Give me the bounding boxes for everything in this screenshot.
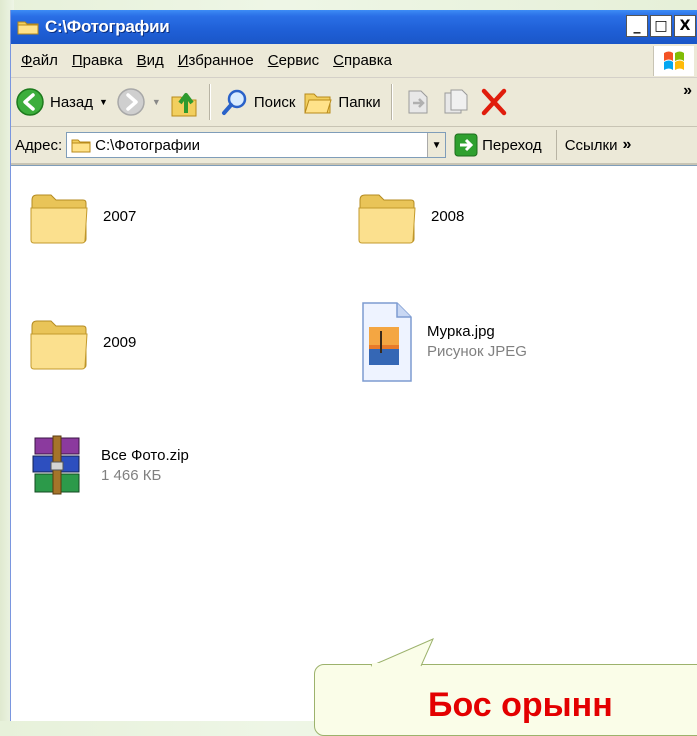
links-chevron-icon: »	[622, 136, 632, 153]
menu-help[interactable]: Справка	[333, 52, 392, 69]
menu-file[interactable]: Файл	[21, 52, 58, 69]
menu-favorites[interactable]: Избранное	[178, 52, 254, 69]
toolbar-more-chevron-icon[interactable]: »	[683, 82, 692, 100]
address-input[interactable]: C:\Фотографии ▼	[66, 132, 447, 158]
forward-arrow-icon	[117, 88, 145, 116]
forward-dropdown-icon[interactable]: ▼	[152, 97, 161, 107]
folder-icon	[30, 320, 88, 370]
menu-view[interactable]: Вид	[137, 52, 164, 69]
address-label: Адрес:	[15, 136, 63, 154]
folders-icon	[304, 93, 333, 114]
item-name: 2009	[103, 334, 137, 351]
folders-label: Папки	[338, 93, 381, 111]
address-value: C:\Фотографии	[95, 136, 200, 154]
folder-item-2008[interactable]: 2008	[357, 188, 464, 246]
folder-icon	[71, 139, 91, 153]
folder-icon	[358, 194, 416, 244]
address-bar: Адрес: C:\Фотографии ▼ Переход Ссылки »	[11, 127, 697, 165]
links-label: Ссылки	[564, 136, 618, 154]
toolbar-separator	[208, 84, 211, 120]
delete-button[interactable]	[475, 82, 513, 122]
copy-to-icon	[444, 89, 468, 114]
callout-text: Бос орынн	[428, 686, 613, 724]
folder-icon	[30, 194, 88, 244]
up-button[interactable]	[165, 82, 203, 122]
search-icon	[221, 89, 247, 115]
go-label: Переход	[482, 136, 542, 154]
file-item-zip[interactable]: Все Фото.zip 1 466 КБ	[29, 434, 189, 498]
folder-item-2009[interactable]: 2009	[29, 314, 136, 372]
minimize-button[interactable]: _	[626, 15, 648, 37]
window-title: C:\Фотографии	[45, 17, 170, 36]
move-to-icon	[408, 90, 428, 114]
delete-x-icon	[481, 88, 506, 116]
back-button[interactable]: Назад ▼	[11, 82, 112, 122]
close-button[interactable]: X	[674, 15, 696, 37]
item-name: Мурка.jpg	[427, 323, 495, 340]
address-dropdown-icon[interactable]: ▼	[427, 133, 446, 157]
menu-bar: Файл Правка Вид Избранное Сервис Справка	[11, 44, 697, 78]
back-label: Назад	[50, 93, 93, 111]
toolbar-separator	[390, 84, 393, 120]
links-button[interactable]: Ссылки »	[555, 130, 632, 160]
toolbar: Назад ▼ ▼ Поиск Папки »	[11, 78, 697, 127]
file-list: 2007 2008 2009 Мурка.jpg Рисунок JPEG Вс…	[11, 165, 697, 721]
windows-logo-icon	[653, 46, 694, 76]
explorer-window: C:\Фотографии _ □ X Файл Правка Вид Избр…	[10, 10, 697, 721]
back-dropdown-icon[interactable]: ▼	[99, 97, 108, 107]
item-name: 2008	[431, 208, 465, 225]
search-label: Поиск	[253, 93, 296, 111]
item-name: Все Фото.zip	[101, 447, 189, 464]
folders-button[interactable]: Папки	[299, 82, 384, 122]
search-button[interactable]: Поиск	[217, 82, 300, 122]
jpeg-image-icon	[362, 302, 412, 382]
item-name: 2007	[103, 208, 137, 225]
item-type: Рисунок JPEG	[427, 343, 527, 360]
folder-icon	[17, 19, 39, 35]
folder-up-icon	[171, 93, 197, 117]
go-arrow-icon	[454, 133, 478, 157]
item-size: 1 466 КБ	[101, 467, 162, 484]
menu-tools[interactable]: Сервис	[268, 52, 319, 69]
menu-edit[interactable]: Правка	[72, 52, 123, 69]
folder-item-2007[interactable]: 2007	[29, 188, 136, 246]
maximize-button[interactable]: □	[650, 15, 672, 37]
go-button[interactable]: Переход	[454, 133, 542, 157]
forward-button[interactable]: ▼	[112, 82, 165, 122]
copy-to-button[interactable]	[437, 82, 475, 122]
move-to-button[interactable]	[399, 82, 437, 122]
back-arrow-icon	[16, 88, 44, 116]
title-bar[interactable]: C:\Фотографии _ □ X	[11, 10, 697, 44]
callout-pointer	[370, 638, 434, 669]
file-item-murka[interactable]: Мурка.jpg Рисунок JPEG	[361, 301, 527, 383]
winrar-archive-icon	[32, 435, 80, 495]
